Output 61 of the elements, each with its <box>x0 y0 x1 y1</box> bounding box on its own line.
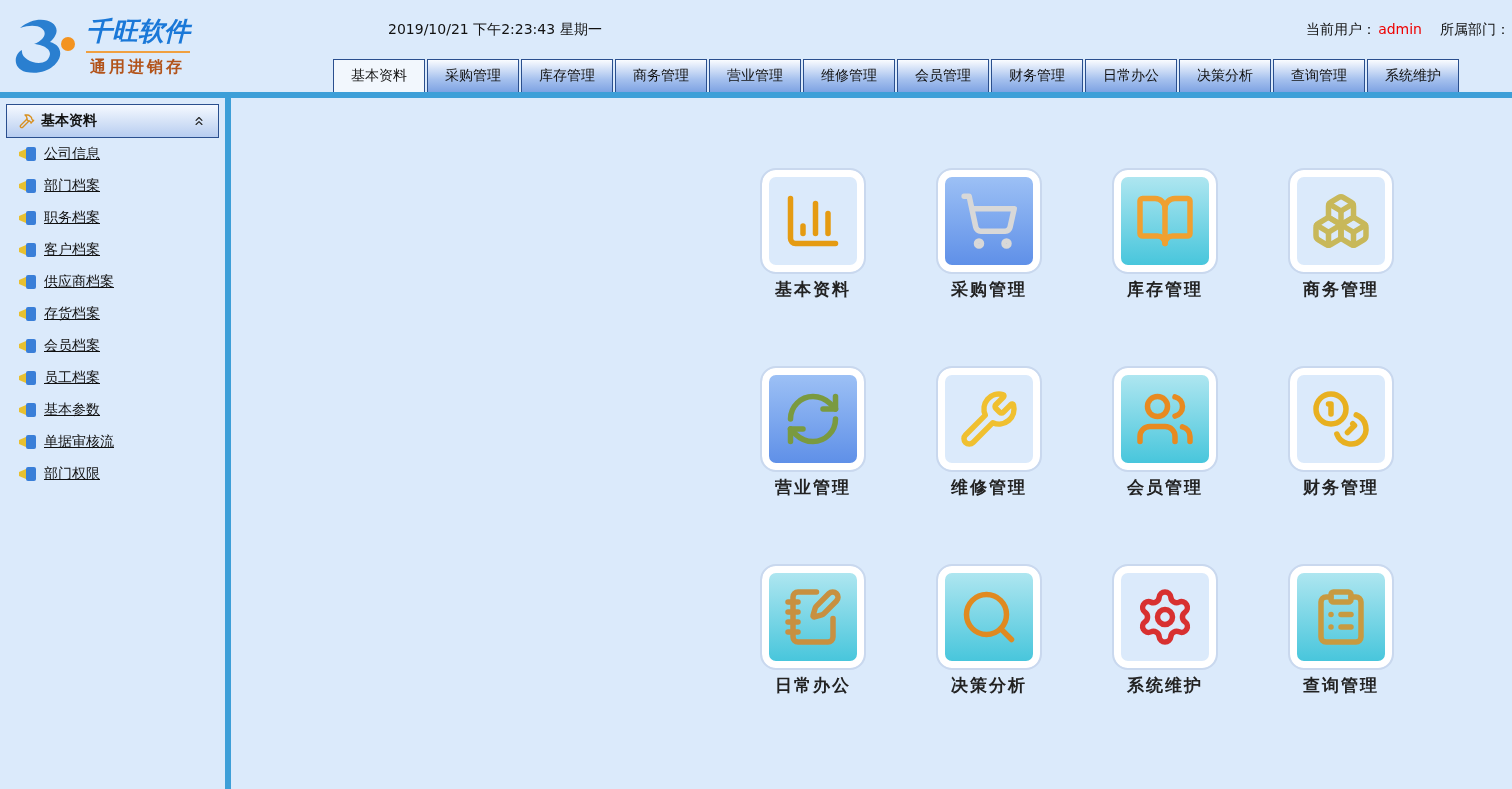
sidebar-link[interactable]: 员工档案 <box>44 369 100 387</box>
folder-icon <box>18 434 38 450</box>
sidebar-link[interactable]: 会员档案 <box>44 337 100 355</box>
collapse-icon[interactable] <box>192 114 206 128</box>
module-tab[interactable]: 基本资料 <box>333 59 425 92</box>
module-label: 采购管理 <box>951 278 1027 301</box>
module-tab[interactable]: 查询管理 <box>1273 59 1365 92</box>
tools-icon <box>19 113 35 129</box>
module-tab[interactable]: 营业管理 <box>709 59 801 92</box>
sidebar-link[interactable]: 基本参数 <box>44 401 100 419</box>
sidebar-link[interactable]: 存货档案 <box>44 305 100 323</box>
module-tab[interactable]: 会员管理 <box>897 59 989 92</box>
folder-icon <box>18 178 38 194</box>
module-tab[interactable]: 采购管理 <box>427 59 519 92</box>
sidebar-link[interactable]: 单据审核流 <box>44 433 114 451</box>
module-label: 财务管理 <box>1303 476 1379 499</box>
folder-icon <box>18 338 38 354</box>
folder-icon <box>18 402 38 418</box>
sidebar-link[interactable]: 部门档案 <box>44 177 100 195</box>
module-label: 营业管理 <box>775 476 851 499</box>
module-tab[interactable]: 财务管理 <box>991 59 1083 92</box>
module-label: 日常办公 <box>775 674 851 697</box>
notebook-icon <box>783 587 843 647</box>
module-tab[interactable]: 日常办公 <box>1085 59 1177 92</box>
folder-icon <box>18 146 38 162</box>
sidebar-title: 基本资料 <box>41 112 98 130</box>
user-label: 当前用户： <box>1306 21 1377 39</box>
module-label: 查询管理 <box>1303 674 1379 697</box>
shopping-cart-icon <box>959 191 1019 251</box>
module-label: 会员管理 <box>1127 476 1203 499</box>
department-label: 所属部门： <box>1440 21 1510 39</box>
module-label: 商务管理 <box>1303 278 1379 301</box>
user-name: admin <box>1378 21 1422 39</box>
folder-icon <box>18 370 38 386</box>
module-label: 库存管理 <box>1127 278 1203 301</box>
module-tab[interactable]: 商务管理 <box>615 59 707 92</box>
sidebar-link[interactable]: 供应商档案 <box>44 273 114 291</box>
date-time: 2019/10/21 下午2:23:43 星期一 <box>388 21 602 39</box>
module-tab[interactable]: 维修管理 <box>803 59 895 92</box>
sidebar-link[interactable]: 部门权限 <box>44 465 100 483</box>
sidebar-link[interactable]: 职务档案 <box>44 209 100 227</box>
module-label: 系统维护 <box>1127 674 1203 697</box>
folder-icon <box>18 306 38 322</box>
wrench-icon <box>959 389 1019 449</box>
coins-icon <box>1311 389 1371 449</box>
module-tab[interactable]: 库存管理 <box>521 59 613 92</box>
module-tab[interactable]: 决策分析 <box>1179 59 1271 92</box>
folder-icon <box>18 210 38 226</box>
logo-name: 千旺软件 <box>86 14 190 53</box>
sidebar-link[interactable]: 公司信息 <box>44 145 100 163</box>
module-tab[interactable]: 系统维护 <box>1367 59 1459 92</box>
logo-subtitle: 通用进销存 <box>89 57 186 78</box>
sidebar-header[interactable]: 基本资料 <box>6 104 219 138</box>
folder-icon <box>18 274 38 290</box>
boxes-icon <box>1311 191 1371 251</box>
module-label: 决策分析 <box>951 674 1027 697</box>
module-label: 基本资料 <box>775 278 851 301</box>
module-label: 维修管理 <box>951 476 1027 499</box>
folder-icon <box>18 466 38 482</box>
sidebar-link[interactable]: 客户档案 <box>44 241 100 259</box>
folder-icon <box>18 242 38 258</box>
